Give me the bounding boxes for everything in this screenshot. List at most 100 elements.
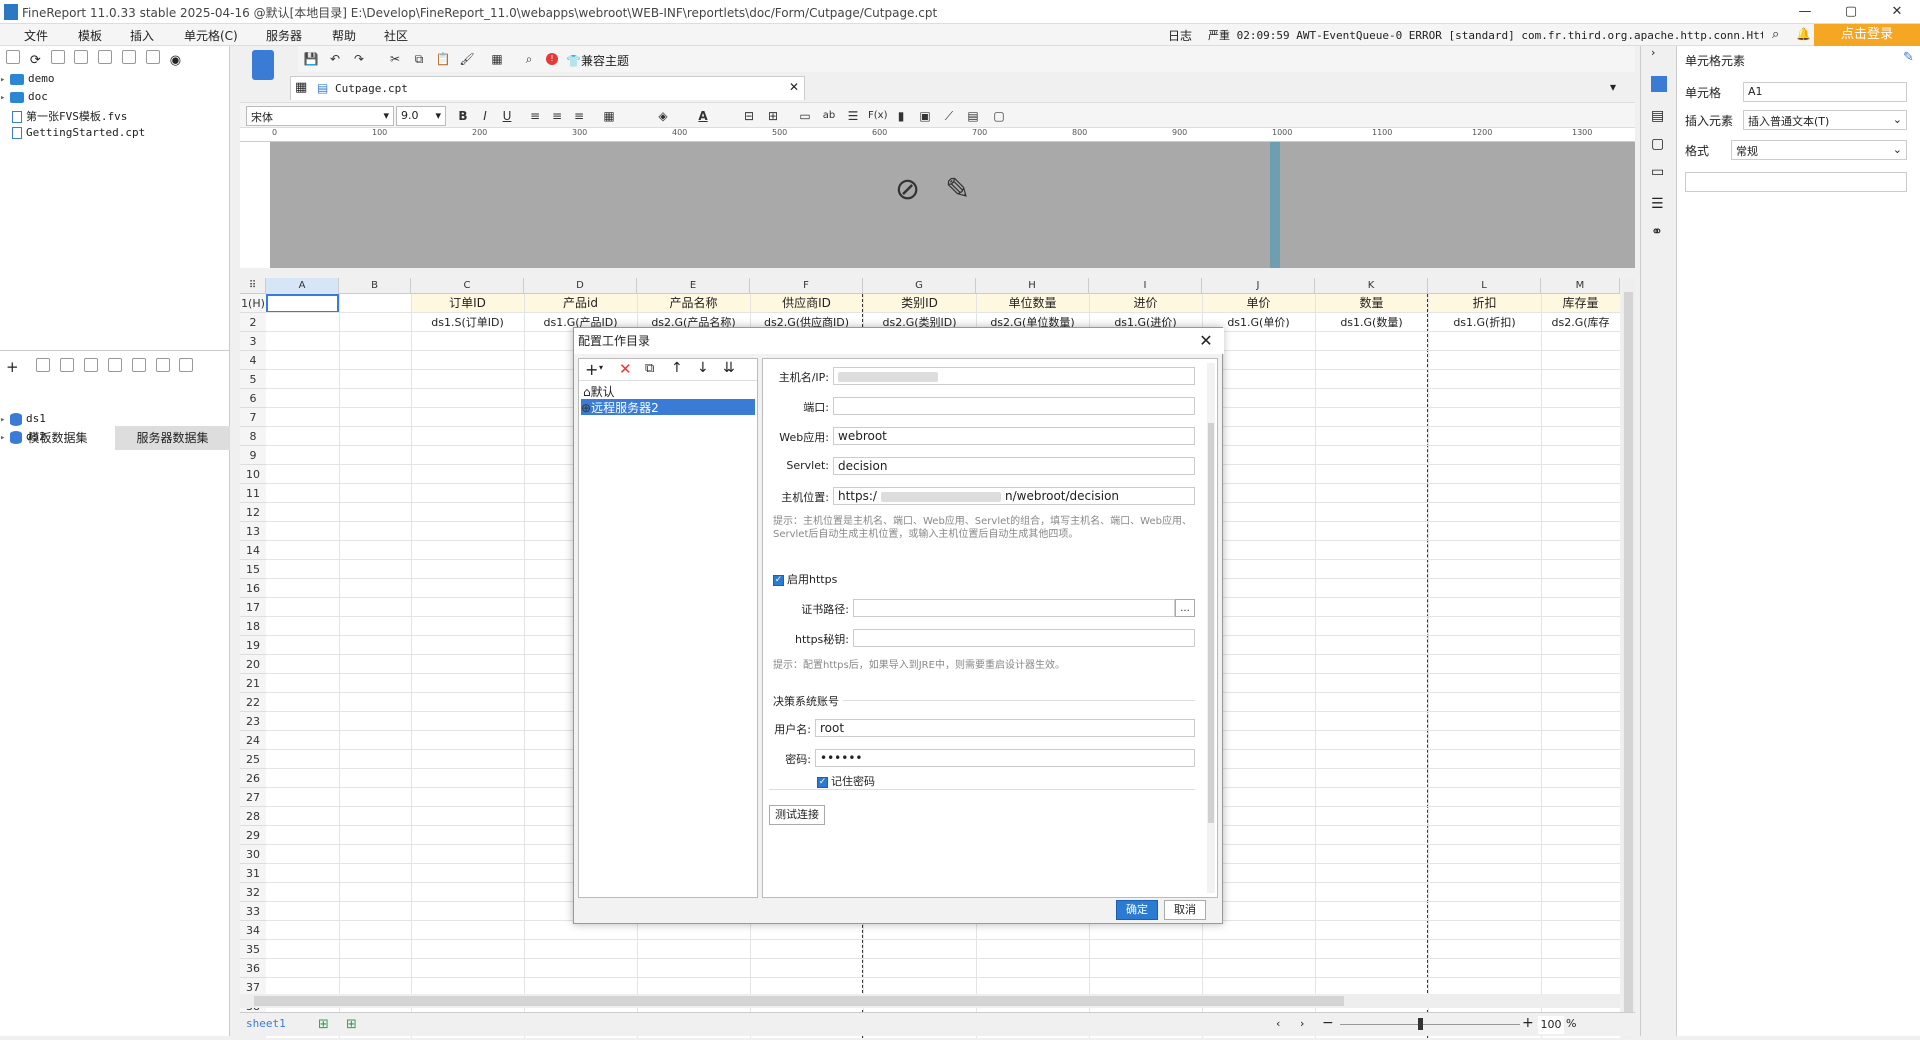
- cell-element-icon[interactable]: [1651, 76, 1667, 92]
- minimize-button[interactable]: —: [1782, 0, 1828, 24]
- login-button[interactable]: 点击登录: [1814, 24, 1920, 46]
- storage-icon[interactable]: [179, 358, 194, 372]
- remember-password-checkbox[interactable]: ✓ 记住密码: [817, 773, 875, 789]
- hyperlink-list-icon[interactable]: ☰: [1651, 196, 1664, 212]
- col-header[interactable]: G: [863, 278, 976, 294]
- host-input[interactable]: [833, 367, 1195, 385]
- col-header[interactable]: D: [524, 278, 637, 294]
- search-icon[interactable]: ⌕: [1772, 27, 1779, 42]
- header-cell[interactable]: 数量: [1315, 294, 1428, 313]
- menu-template[interactable]: 模板: [78, 27, 102, 44]
- dataset-cell[interactable]: ds1.G(折扣): [1428, 313, 1541, 332]
- menu-help[interactable]: 帮助: [332, 27, 356, 44]
- header-cell[interactable]: 折扣: [1428, 294, 1541, 313]
- row-header-cell[interactable]: 30: [240, 845, 266, 864]
- chevron-down-icon[interactable]: ▾: [599, 363, 603, 372]
- https-checkbox[interactable]: ✓ 启用https: [773, 571, 837, 587]
- insert-element-select[interactable]: 插入普通文本(T) ⌄: [1743, 110, 1907, 130]
- row-header-cell[interactable]: 16: [240, 579, 266, 598]
- server-db-icon[interactable]: [155, 358, 170, 372]
- copy-icon[interactable]: ⧉: [410, 50, 428, 68]
- servlet-input[interactable]: decision: [833, 457, 1195, 475]
- row-header-cell[interactable]: 1(H): [240, 294, 266, 313]
- row-header-cell[interactable]: 4: [240, 351, 266, 370]
- subreport-icon[interactable]: ▤: [964, 107, 982, 125]
- move-up-icon[interactable]: ↑: [671, 360, 683, 376]
- row-header-cell[interactable]: 29: [240, 826, 266, 845]
- page-break-marker[interactable]: [1270, 142, 1280, 268]
- pencil-icon[interactable]: ✎: [945, 172, 970, 207]
- row-header-cell[interactable]: 36: [240, 959, 266, 978]
- row-header-cell[interactable]: 2: [240, 313, 266, 332]
- ok-button[interactable]: 确定: [1116, 900, 1158, 920]
- row-header-cell[interactable]: 5: [240, 370, 266, 389]
- row-header-cell[interactable]: 11: [240, 484, 266, 503]
- test-connection-button[interactable]: 测试连接: [769, 805, 825, 825]
- dataset-cell[interactable]: ds1.G(数量): [1315, 313, 1428, 332]
- row-header-cell[interactable]: 18: [240, 617, 266, 636]
- col-header[interactable]: H: [976, 278, 1089, 294]
- fill-color-icon[interactable]: ◈: [654, 107, 672, 125]
- header-cell[interactable]: 类别ID: [863, 294, 976, 313]
- dialog-close-icon[interactable]: ✕: [1194, 330, 1218, 352]
- row-header-cell[interactable]: 27: [240, 788, 266, 807]
- row-header-cell[interactable]: 23: [240, 712, 266, 731]
- open-icon[interactable]: [50, 50, 65, 64]
- hostpos-input[interactable]: https:/n/webroot/decision: [833, 487, 1195, 505]
- row-header-cell[interactable]: 31: [240, 864, 266, 883]
- preview-icon[interactable]: ▦: [488, 50, 506, 68]
- corner-cell[interactable]: ⠿: [240, 278, 266, 294]
- edit-icon[interactable]: [36, 358, 51, 372]
- locate-icon[interactable]: ◉: [170, 53, 181, 68]
- chart-icon[interactable]: ▮: [892, 107, 910, 125]
- collapse-icon[interactable]: ›: [1651, 46, 1655, 59]
- trash-icon[interactable]: [145, 50, 160, 64]
- row-header-cell[interactable]: 12: [240, 503, 266, 522]
- link-icon[interactable]: ⚭: [1651, 224, 1663, 240]
- add-form-sheet-icon[interactable]: ⊞: [346, 1017, 357, 1032]
- col-header[interactable]: B: [339, 278, 411, 294]
- bell-icon[interactable]: 🔔: [1796, 27, 1811, 41]
- align-right-icon[interactable]: ≡: [570, 107, 588, 125]
- font-size-select[interactable]: 9.0 ▾: [396, 106, 446, 126]
- menu-file[interactable]: 文件: [24, 27, 48, 44]
- col-header[interactable]: F: [750, 278, 863, 294]
- header-cell[interactable]: 库存量: [1541, 294, 1620, 313]
- more-icon[interactable]: ▢: [990, 107, 1008, 125]
- row-header-cell[interactable]: 10: [240, 465, 266, 484]
- config-scrollbar[interactable]: [1207, 363, 1215, 893]
- params-icon[interactable]: [131, 358, 146, 372]
- font-family-select[interactable]: 宋体 ▾: [246, 106, 394, 126]
- row-header-cell[interactable]: 13: [240, 522, 266, 541]
- menu-insert[interactable]: 插入: [130, 27, 154, 44]
- refresh-icon[interactable]: ⟳: [30, 53, 41, 68]
- copy-icon[interactable]: [122, 50, 137, 64]
- menu-server[interactable]: 服务器: [266, 27, 302, 44]
- col-header[interactable]: I: [1089, 278, 1202, 294]
- underline-button[interactable]: U: [498, 107, 516, 125]
- format-detail-field[interactable]: [1685, 172, 1907, 192]
- insert-label-icon[interactable]: ab: [820, 107, 838, 125]
- browse-button[interactable]: ...: [1175, 599, 1195, 617]
- col-header[interactable]: K: [1315, 278, 1428, 294]
- row-header-cell[interactable]: 17: [240, 598, 266, 617]
- border-icon[interactable]: ▦: [600, 107, 618, 125]
- port-input[interactable]: [833, 397, 1195, 415]
- db-icon[interactable]: [84, 358, 99, 372]
- row-header-cell[interactable]: 26: [240, 769, 266, 788]
- close-button[interactable]: ✕: [1874, 0, 1920, 24]
- row-header-cell[interactable]: 15: [240, 560, 266, 579]
- cell-attr-icon[interactable]: ▤: [1651, 108, 1664, 124]
- row-header-cell[interactable]: 20: [240, 655, 266, 674]
- paste-icon[interactable]: 📋: [434, 50, 452, 68]
- row-header-cell[interactable]: 21: [240, 674, 266, 693]
- row-header-cell[interactable]: 14: [240, 541, 266, 560]
- formula-icon[interactable]: F(x): [868, 107, 887, 125]
- col-header[interactable]: L: [1428, 278, 1541, 294]
- dataset-ds2[interactable]: ▸ ds2: [0, 430, 46, 448]
- cut-icon[interactable]: ✂: [386, 50, 404, 68]
- log-label[interactable]: 日志: [1168, 27, 1192, 44]
- rename-icon[interactable]: [74, 50, 89, 64]
- col-header[interactable]: M: [1541, 278, 1620, 294]
- widget-icon[interactable]: ▢: [1651, 136, 1664, 152]
